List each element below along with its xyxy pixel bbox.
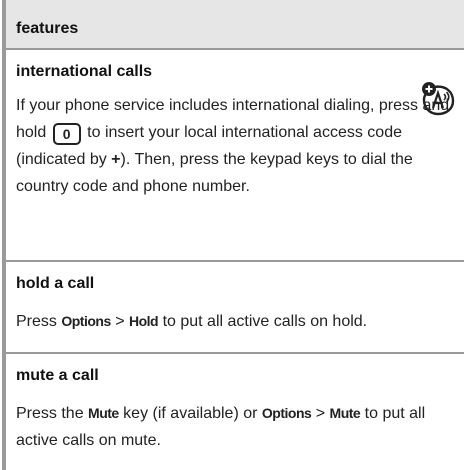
zero-key-icon: 0 bbox=[52, 123, 81, 145]
section-mute-a-call: mute a call Press the Mute key (if avail… bbox=[6, 354, 464, 470]
features-table: features international calls If your pho… bbox=[2, 0, 464, 470]
section-body: Press the Mute key (if available) or Opt… bbox=[16, 405, 426, 449]
options-key-label: Options bbox=[61, 313, 111, 329]
mute-key-label: Mute bbox=[88, 405, 119, 421]
section-title: international calls bbox=[16, 63, 153, 80]
international-calls-icon bbox=[422, 82, 455, 116]
section-title: hold a call bbox=[16, 275, 95, 292]
section-body: Press Options > Hold to put all active c… bbox=[16, 313, 368, 330]
options-key-label: Options bbox=[261, 405, 312, 421]
section-title: mute a call bbox=[16, 367, 99, 384]
header-title: features bbox=[16, 20, 79, 37]
section-international-calls: international calls If your phone servic… bbox=[6, 50, 464, 262]
table-header: features bbox=[6, 0, 464, 48]
mute-key-label: Mute bbox=[329, 405, 361, 421]
hold-key-label: Hold bbox=[129, 313, 159, 329]
section-hold-a-call: hold a call Press Options > Hold to put … bbox=[6, 262, 464, 354]
plus-symbol: + bbox=[111, 151, 121, 168]
section-body: If your phone service includes internati… bbox=[16, 97, 450, 195]
